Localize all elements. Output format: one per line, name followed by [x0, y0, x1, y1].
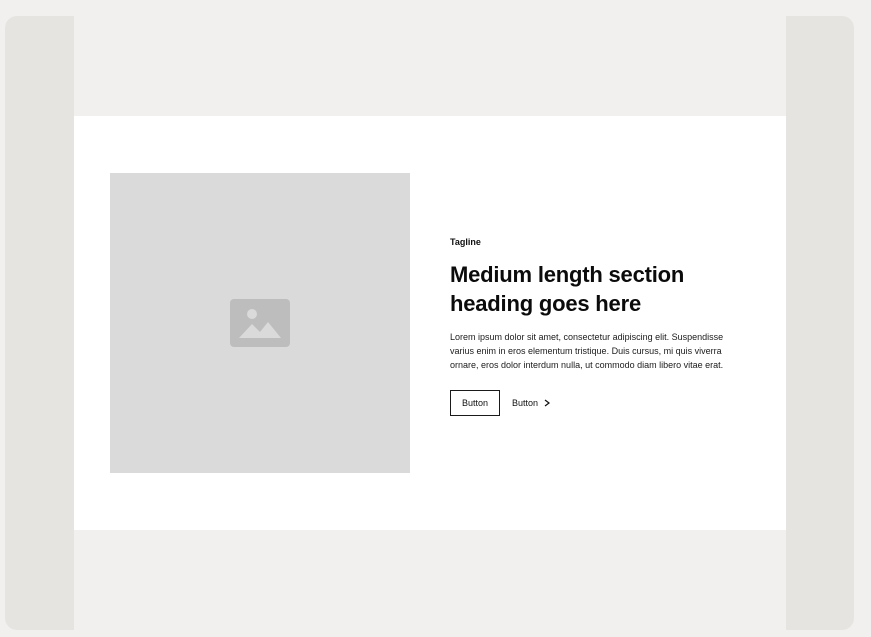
page-canvas: Tagline Medium length section heading go…	[74, 16, 786, 630]
chevron-right-icon	[544, 399, 551, 407]
section-heading: Medium length section heading goes here	[450, 262, 685, 316]
tagline: Tagline	[450, 237, 481, 247]
section-description: Lorem ipsum dolor sit amet, consectetur …	[450, 332, 724, 370]
image-placeholder-icon	[230, 299, 290, 347]
primary-button-label: Button	[461, 398, 489, 408]
image-placeholder	[110, 173, 410, 473]
primary-button[interactable]: Button	[450, 390, 500, 416]
preview-frame: Tagline Medium length section heading go…	[5, 16, 854, 630]
secondary-link-button[interactable]: Button	[512, 398, 551, 408]
secondary-button-label: Button	[512, 398, 539, 408]
section-content: Tagline Medium length section heading go…	[450, 236, 750, 416]
content-section: Tagline Medium length section heading go…	[74, 116, 786, 530]
button-group: Button Button	[450, 390, 750, 416]
